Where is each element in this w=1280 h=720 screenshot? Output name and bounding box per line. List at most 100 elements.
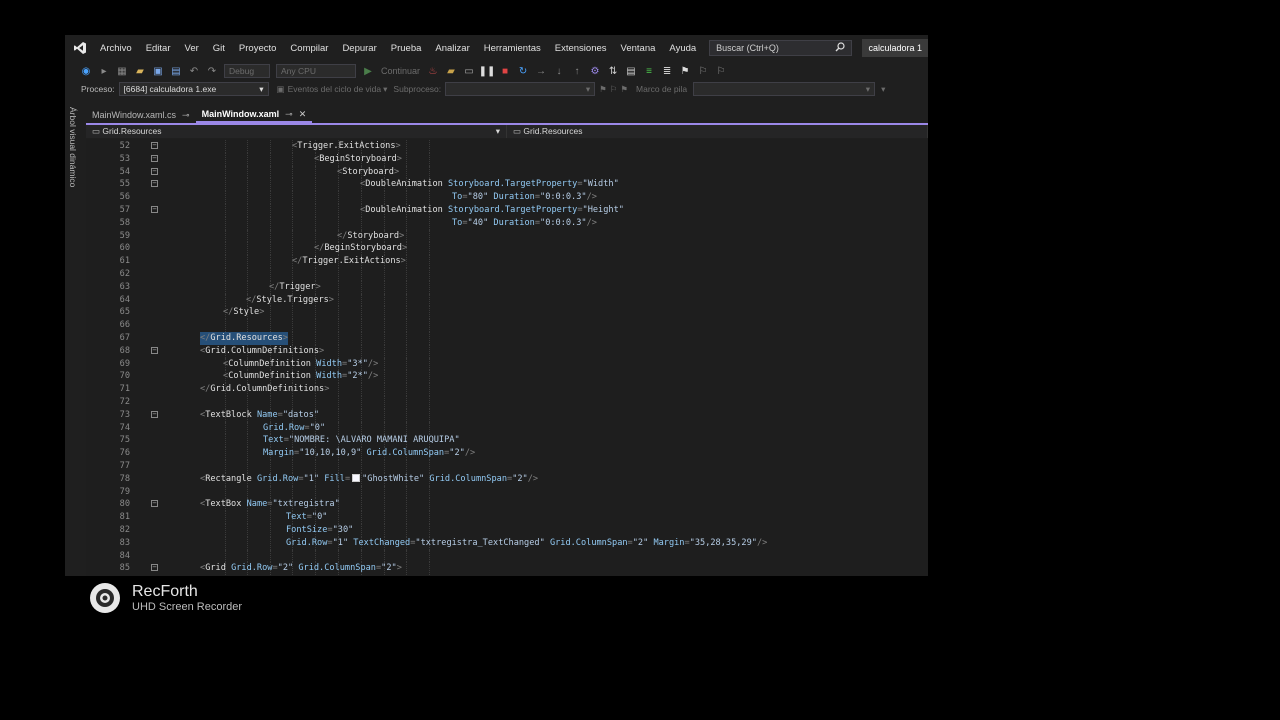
code-line[interactable]: 69 <ColumnDefinition Width="3*"/> [86,357,928,371]
search-box[interactable]: Buscar (Ctrl+Q) [709,40,853,56]
menu-item-herramientas[interactable]: Herramientas [477,43,548,54]
redo-icon[interactable]: ↷ [205,64,219,78]
code-line[interactable]: 84 [86,549,928,563]
code-line[interactable]: 73 − <TextBlock Name="datos" [86,408,928,422]
code-line[interactable]: 58 To="40" Duration="0:0:0.3"/> [86,216,928,230]
menu-item-archivo[interactable]: Archivo [93,43,139,54]
toolbar-overflow-icon[interactable]: ▾ [881,84,885,95]
code-line[interactable]: 78 <Rectangle Grid.Row="1" Fill= "GhostWhi… [86,472,928,486]
collapse-icon[interactable]: − [151,500,158,508]
menu-item-editar[interactable]: Editar [139,43,178,54]
code-line[interactable]: 57 − <DoubleAnimation Storyboard.TargetPro… [86,204,928,217]
save-all-icon[interactable]: ▤ [169,64,183,78]
code-line[interactable]: 77 [86,460,928,473]
code-line[interactable]: 60 </BeginStoryboard> [86,242,928,256]
code-line[interactable]: 64 </Style.Triggers> [86,293,928,307]
continue-button[interactable]: Continuar [381,66,420,76]
code-line[interactable]: 52 − <Trigger.ExitActions> [86,140,928,153]
format-icon[interactable]: ▤ [624,64,638,78]
menu-item-extensiones[interactable]: Extensiones [548,43,614,54]
pin-icon[interactable]: ⊸ [285,109,293,120]
tab-mainwindow-xaml-cs[interactable]: MainWindow.xaml.cs ⊸ [86,107,196,123]
code-editor[interactable]: 52 − <Trigger.ExitActions> 53 − <BeginStorybo… [86,139,928,576]
code-line[interactable]: 65 </Style> [86,306,928,320]
code-line[interactable]: 70 <ColumnDefinition Width="2*"/> [86,370,928,384]
code-line[interactable]: 85 − <Grid Grid.Row="2" Grid.ColumnSpan="2… [86,562,928,576]
code-line[interactable]: 68 − <Grid.ColumnDefinitions> [86,344,928,358]
nav-right-dropdown[interactable]: ▭ Grid.Resources [507,125,928,138]
code-line[interactable]: 72 [86,396,928,409]
prev-bookmark-icon[interactable]: ⚐ [714,64,728,78]
collapse-icon[interactable]: − [151,346,158,354]
collapse-icon[interactable]: − [151,410,158,418]
menu-item-git[interactable]: Git [206,43,232,54]
code-line[interactable]: 79 [86,485,928,499]
code-line[interactable]: 63 </Trigger> [86,280,928,294]
collapse-icon[interactable]: − [151,167,158,175]
stop-icon[interactable]: ■ [498,64,512,78]
code-line[interactable]: 62 [86,268,928,281]
undo-icon[interactable]: ↶ [187,64,201,78]
code-line[interactable]: 81 Text="0" [86,511,928,524]
step-into-icon[interactable]: ↓ [552,64,566,78]
code-line[interactable]: 76 Margin="10,10,10,9" Grid.ColumnSpan="2… [86,447,928,460]
menu-item-proyecto[interactable]: Proyecto [232,43,284,54]
breakpoint-icon[interactable]: ⇅ [606,64,620,78]
bookmark-icon[interactable]: ⚑ [678,64,692,78]
uncomment-icon[interactable]: ≣ [660,64,674,78]
thread-select[interactable]: ▾ [445,82,596,96]
open-file-icon[interactable]: ▰ [133,64,147,78]
process-select[interactable]: [6684] calculadora 1.exe ▾ [118,82,269,96]
stack-frame-select[interactable]: ▾ [693,82,876,96]
step-over-icon[interactable]: → [534,64,548,78]
pause-icon[interactable]: ❚❚ [479,64,496,78]
configuration-select[interactable]: Debug [224,64,270,78]
menu-item-ayuda[interactable]: Ayuda [662,43,703,54]
menu-item-depurar[interactable]: Depurar [335,43,383,54]
code-line[interactable]: 74 Grid.Row="0" [86,421,928,435]
browse-icon[interactable]: ▰ [444,64,458,78]
comment-icon[interactable]: ≡ [642,64,656,78]
solution-name-badge[interactable]: calculadora 1 [862,39,928,57]
layout-icon[interactable]: ▭ [462,64,476,78]
lifecycle-events-icon[interactable]: ▣ [277,84,285,95]
code-line[interactable]: 56 To="80" Duration="0:0:0.3"/> [86,191,928,204]
code-line[interactable]: 54 − <Storyboard> [86,165,928,179]
forward-navigation-icon[interactable]: ▸ [97,64,111,78]
live-visual-tree-tab[interactable]: Árbol visual dinámico [68,107,78,187]
collapse-icon[interactable]: − [151,154,158,162]
tab-mainwindow-xaml[interactable]: MainWindow.xaml ⊸ ✕ [195,107,313,123]
pin-icon[interactable]: ⊸ [182,110,190,121]
code-line[interactable]: 75 Text="NOMBRE: \ALVARO MAMANI ARUQUIPA" [86,434,928,448]
collapse-icon[interactable]: − [151,142,158,149]
code-line[interactable]: 71 </Grid.ColumnDefinitions> [86,383,928,396]
code-line[interactable]: 55 − <DoubleAnimation Storyboard.TargetPro… [86,178,928,192]
hot-reload-icon[interactable]: ♨ [426,64,440,78]
collapse-icon[interactable]: − [151,564,158,572]
lifecycle-events-button[interactable]: Eventos del ciclo de vida [288,84,382,94]
code-line[interactable]: 66 [86,319,928,332]
nav-left-dropdown[interactable]: ▭ Grid.Resources ▾ [86,125,507,138]
menu-item-ver[interactable]: Ver [178,43,206,54]
step-out-icon[interactable]: ↑ [570,64,584,78]
code-line[interactable]: 67 </Grid.Resources> [86,332,928,345]
code-line[interactable]: 53 − <BeginStoryboard> [86,152,928,166]
flag-thread-icon[interactable]: ⚑ [599,84,607,95]
close-icon[interactable]: ✕ [299,109,307,120]
collapse-icon[interactable]: − [151,206,158,213]
menu-item-analizar[interactable]: Analizar [428,43,476,54]
menu-item-ventana[interactable]: Ventana [614,43,663,54]
code-line[interactable]: 59 </Storyboard> [86,229,928,243]
restart-icon[interactable]: ↻ [516,64,530,78]
filter-thread-icon[interactable]: ⚐ [610,84,618,95]
code-line[interactable]: 61 </Trigger.ExitActions> [86,255,928,268]
continue-icon[interactable]: ▶ [361,64,375,78]
show-threads-icon[interactable]: ⚙ [588,64,602,78]
code-line[interactable]: 82 FontSize="30" [86,524,928,537]
code-line[interactable]: 83 Grid.Row="1" TextChanged="txtregistra_… [86,536,928,550]
back-navigation-icon[interactable]: ◉ [79,64,93,78]
new-project-icon[interactable]: ▦ [115,64,129,78]
platform-select[interactable]: Any CPU [276,64,356,78]
collapse-icon[interactable]: − [151,180,158,188]
show-flagged-icon[interactable]: ⚑ [620,84,628,95]
